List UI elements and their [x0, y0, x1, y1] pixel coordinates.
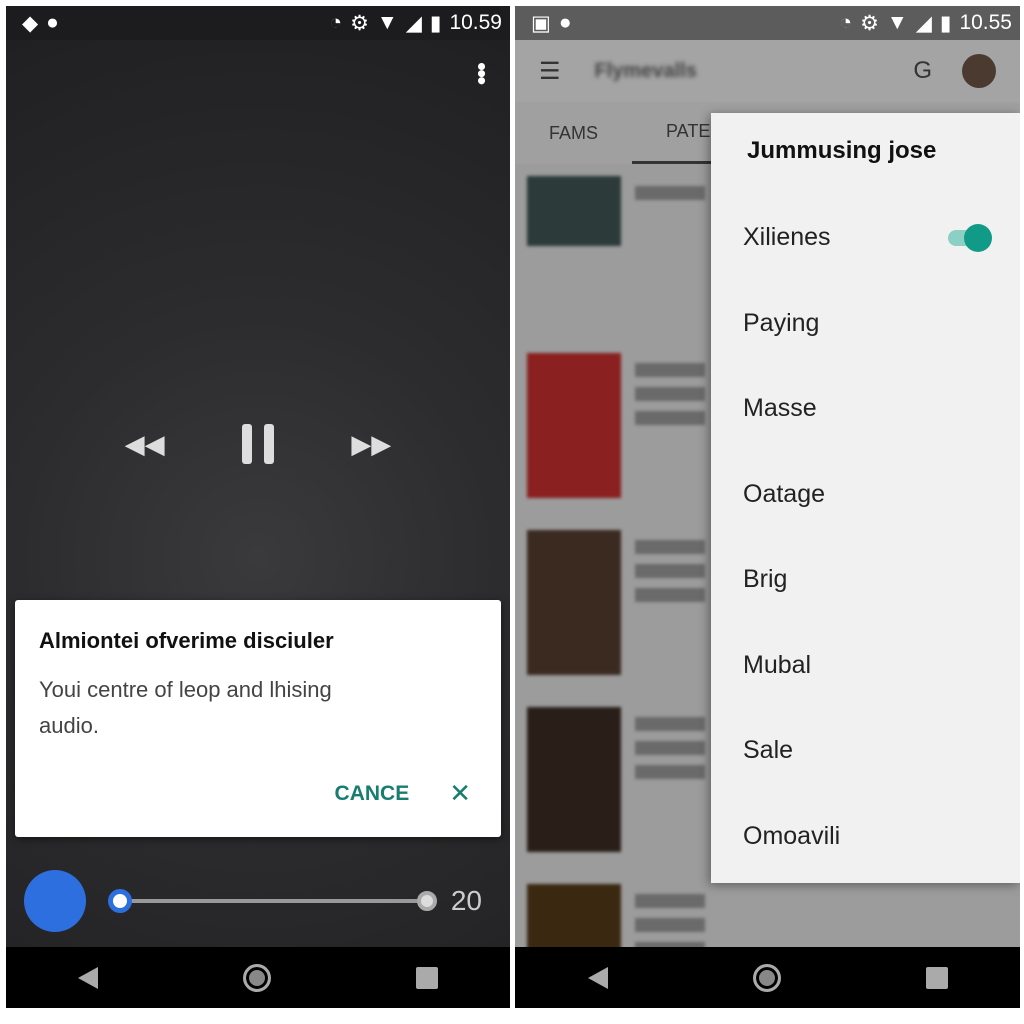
wifi-icon: ▼ [886, 11, 908, 34]
menu-item-xilienes[interactable]: Xilienes [711, 195, 1020, 281]
account-icon: ● [46, 11, 59, 34]
menu-item-label: Mubal [743, 650, 812, 679]
status-bar: ◆ ● ◔ ⚙ ▼ ◢ ▮ 10.59 [6, 6, 510, 40]
toggle-switch[interactable] [948, 223, 992, 252]
status-time: 10.55 [959, 11, 1012, 34]
dialog-body: Youi centre of leop and lhising audio. [39, 677, 332, 738]
dialog: Almiontei ofverime disciuler Youi centre… [15, 600, 501, 837]
app-screen-with-menu: ▣ ● ◔ ⚙ ▼ ◢ ▮ 10.55 ☰ Flymevalls G FAMS PATE … [515, 6, 1020, 1008]
menu-item-label: Sale [743, 736, 794, 765]
menu-item-sale[interactable]: Sale [711, 708, 1020, 794]
menu-item-label: Omoavili [743, 821, 841, 850]
menu-item-brig[interactable]: Brig [711, 537, 1020, 623]
seek-slider[interactable] [108, 889, 437, 913]
dialog-title: Almiontei ofverime disciuler [39, 628, 334, 653]
count-label: 20 [450, 885, 482, 916]
signal-icon: ◢ [405, 11, 422, 35]
cancel-button[interactable]: CANCE [335, 782, 410, 806]
gear-icon: ⚙ [860, 11, 879, 35]
menu-item-label: Brig [743, 565, 788, 594]
nav-bar [6, 947, 510, 1008]
avatar[interactable] [962, 54, 996, 88]
close-icon[interactable]: ✕ [449, 778, 471, 809]
battery-icon: ▮ [939, 11, 952, 35]
alarm-icon: ◔ [329, 11, 343, 34]
hamburger-menu-icon[interactable]: ☰ [539, 57, 561, 86]
menu-item-label: Masse [743, 394, 817, 423]
home-icon[interactable] [242, 963, 271, 992]
menu-item-mubal[interactable]: Mubal [711, 623, 1020, 709]
app-title: Flymevalls [594, 59, 697, 82]
battery-icon: ▮ [429, 11, 442, 35]
wifi-icon: ▼ [376, 11, 398, 34]
back-icon[interactable] [587, 966, 608, 989]
menu-item-label: Paying [743, 308, 820, 337]
gear-icon: ⚙ [350, 11, 369, 35]
menu-item-label: Xilienes [743, 223, 831, 252]
play-fab-button[interactable] [24, 870, 86, 932]
nav-bar [515, 947, 1020, 1008]
more-options-icon[interactable]: ••• [467, 62, 497, 83]
alarm-icon: ◔ [839, 11, 853, 34]
app-bar: ☰ Flymevalls G [515, 40, 1020, 102]
back-icon[interactable] [78, 966, 99, 989]
recents-icon[interactable] [925, 966, 948, 989]
signal-icon: ◢ [915, 11, 932, 35]
dropdown-menu: Jummusing jose Xilienes Paying Masse Oat… [711, 113, 1020, 883]
slider-end [416, 891, 437, 911]
tab-fams[interactable]: FAMS [515, 102, 632, 164]
menu-title: Jummusing jose [747, 137, 937, 164]
playback-controls: ◀◀ ▶▶ [6, 424, 510, 464]
rewind-icon[interactable]: ◀◀ [125, 429, 165, 460]
google-icon[interactable]: G [913, 57, 932, 85]
menu-item-omoavili[interactable]: Omoavili [711, 794, 1020, 880]
status-bar: ▣ ● ◔ ⚙ ▼ ◢ ▮ 10.55 [515, 6, 1020, 40]
slider-thumb[interactable] [108, 889, 132, 913]
wifi-lock-icon: ◆ [22, 11, 39, 35]
menu-item-masse[interactable]: Masse [711, 366, 1020, 452]
pause-icon[interactable] [241, 424, 274, 464]
fast-forward-icon[interactable]: ▶▶ [351, 429, 391, 460]
account-icon: ● [558, 11, 572, 34]
menu-item-oatage[interactable]: Oatage [711, 452, 1020, 538]
media-player-screen: ◆ ● ◔ ⚙ ▼ ◢ ▮ 10.59 ••• ◀◀ ▶▶ Almiontei ofver… [6, 6, 510, 1008]
recents-icon[interactable] [415, 966, 438, 989]
menu-item-label: Oatage [743, 479, 826, 508]
status-time: 10.59 [449, 11, 502, 34]
calendar-icon: ▣ [531, 11, 551, 35]
player-bar: 20 [6, 866, 510, 936]
menu-item-paying[interactable]: Paying [711, 281, 1020, 367]
home-icon[interactable] [752, 963, 781, 992]
